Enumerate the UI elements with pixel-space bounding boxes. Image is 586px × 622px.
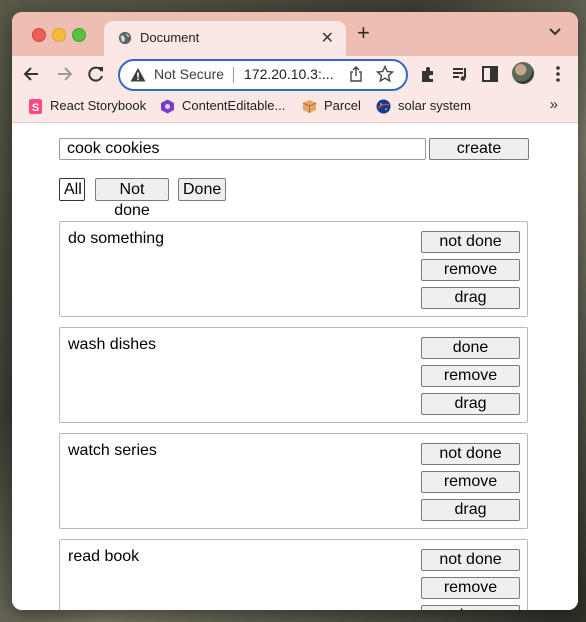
new-todo-input[interactable] xyxy=(59,138,426,160)
side-panel-icon[interactable] xyxy=(480,64,500,84)
toggle-status-button[interactable]: done xyxy=(421,337,520,359)
title-bar: Document ✕ + xyxy=(12,12,578,56)
create-button[interactable]: create xyxy=(429,138,529,160)
todo-item: do something not done remove drag xyxy=(59,221,528,317)
toggle-status-button[interactable]: not done xyxy=(421,231,520,253)
todo-item: wash dishes done remove drag xyxy=(59,327,528,423)
bookmark-label: React Storybook xyxy=(50,98,147,113)
bookmarks-bar: S React Storybook ContentEditable... Par… xyxy=(12,92,578,123)
drag-handle[interactable]: drag xyxy=(421,287,520,309)
parcel-icon xyxy=(302,100,317,113)
browser-toolbar: Not Secure 172.20.10.3:... xyxy=(12,56,578,92)
tab-document[interactable]: Document ✕ xyxy=(104,21,346,56)
browser-window: Document ✕ + Not Secure 172.20.10.3:... … xyxy=(12,12,578,610)
page-content: create All Not done Done do something no… xyxy=(12,123,578,610)
close-window-button[interactable] xyxy=(32,28,46,42)
back-icon[interactable] xyxy=(22,64,42,84)
bookmark-label: Parcel xyxy=(324,98,361,113)
bookmark-label: solar system xyxy=(398,98,471,113)
remove-button[interactable]: remove xyxy=(421,365,520,387)
svg-text:S: S xyxy=(32,102,39,114)
tab-close-icon[interactable]: ✕ xyxy=(321,28,334,48)
url-text[interactable]: 172.20.10.3:... xyxy=(244,66,334,82)
globe-icon xyxy=(118,31,132,45)
bookmark-label: ContentEditable... xyxy=(182,98,286,113)
tab-title: Document xyxy=(140,30,200,45)
todo-text: watch series xyxy=(68,442,157,459)
contenteditable-icon xyxy=(161,99,174,114)
minimize-window-button[interactable] xyxy=(52,28,66,42)
extensions-icon[interactable] xyxy=(418,64,438,84)
filter-all-button[interactable]: All xyxy=(59,178,85,201)
profile-avatar[interactable] xyxy=(512,62,534,84)
zoom-window-button[interactable] xyxy=(72,28,86,42)
reload-icon[interactable] xyxy=(86,64,106,84)
todo-item: read book not done remove drag xyxy=(59,539,528,610)
warning-icon[interactable] xyxy=(130,67,146,83)
forward-icon[interactable] xyxy=(54,64,74,84)
todo-item: watch series not done remove drag xyxy=(59,433,528,529)
filter-done-button[interactable]: Done xyxy=(178,178,226,201)
drag-handle[interactable]: drag xyxy=(421,605,520,610)
security-status[interactable]: Not Secure xyxy=(154,66,224,82)
filter-not-done-button[interactable]: Not done xyxy=(95,178,169,219)
nasa-icon xyxy=(376,99,391,114)
drag-handle[interactable]: drag xyxy=(421,499,520,521)
media-controls-icon[interactable] xyxy=(450,64,470,84)
bookmark-star-icon[interactable] xyxy=(376,65,394,83)
storybook-icon: S xyxy=(29,99,42,114)
todo-text: wash dishes xyxy=(68,336,157,353)
remove-button[interactable]: remove xyxy=(421,259,520,281)
drag-handle[interactable]: drag xyxy=(421,393,520,415)
remove-button[interactable]: remove xyxy=(421,577,520,599)
omnibox-divider xyxy=(233,67,234,83)
address-bar[interactable]: Not Secure 172.20.10.3:... xyxy=(118,59,408,91)
todo-text: read book xyxy=(68,548,140,565)
todo-text: do something xyxy=(68,230,165,247)
toggle-status-button[interactable]: not done xyxy=(421,443,520,465)
remove-button[interactable]: remove xyxy=(421,471,520,493)
more-options-icon[interactable] xyxy=(548,64,568,84)
bookmarks-overflow-icon[interactable]: » xyxy=(550,96,558,113)
share-icon[interactable] xyxy=(348,66,364,82)
chevron-down-icon[interactable] xyxy=(548,25,562,39)
toggle-status-button[interactable]: not done xyxy=(421,549,520,571)
new-tab-icon[interactable]: + xyxy=(357,22,370,44)
